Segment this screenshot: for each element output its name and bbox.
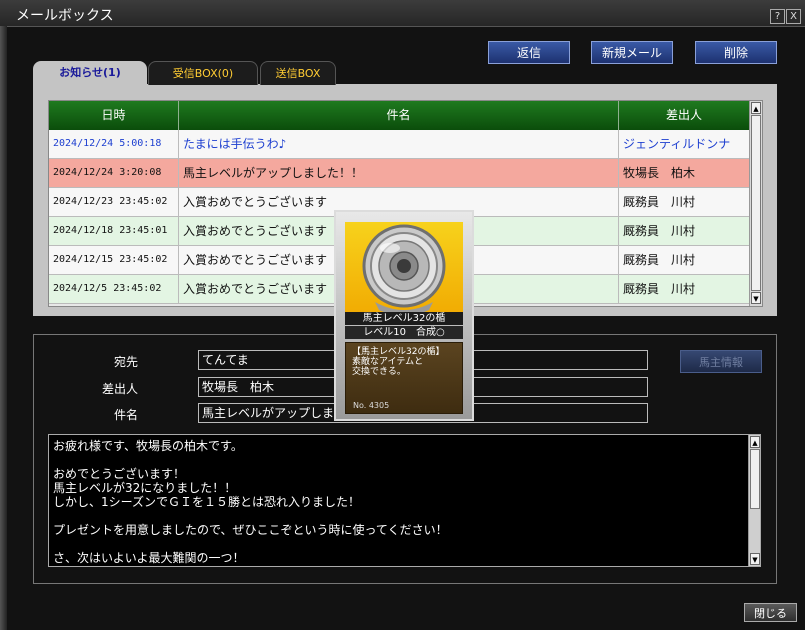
close-icon[interactable]: X: [786, 9, 801, 24]
item-card: 馬主レベル32の楯 レベル10 合成○ 【馬主レベル32の楯】 素敵なアイテムと…: [334, 210, 474, 421]
tab-outbox[interactable]: 送信BOX: [260, 61, 336, 85]
body-line: さ、次はいよいよ最大難関の一つ！: [53, 551, 245, 565]
tab-inbox[interactable]: 受信BOX(0): [148, 61, 258, 85]
new-mail-button[interactable]: 新規メール: [591, 41, 673, 64]
background-strip: [0, 26, 7, 630]
row-sender: 厩務員 川村: [623, 195, 696, 209]
column-sender[interactable]: 差出人: [619, 101, 749, 130]
mailbox-window: メールボックス ? X 返信 新規メール 削除 お知らせ(1) 受信BOX(0)…: [0, 0, 805, 630]
help-icon[interactable]: ?: [770, 9, 785, 24]
table-row[interactable]: 2024/12/24 5:00:18 たまには手伝うわ♪ ジェンティルドンナ: [49, 130, 749, 159]
row-date: 2024/12/24 3:20:08: [49, 159, 179, 187]
item-name: 馬主レベル32の楯: [345, 312, 463, 325]
scroll-up-icon[interactable]: ▲: [750, 436, 760, 448]
scroll-up-icon[interactable]: ▲: [751, 102, 761, 114]
to-label: 宛先: [113, 355, 138, 369]
delete-button[interactable]: 削除: [695, 41, 777, 64]
row-date: 2024/12/15 23:45:02: [49, 246, 179, 274]
body-scrollbar[interactable]: ▲ ▼: [748, 435, 760, 566]
reply-button[interactable]: 返信: [488, 41, 570, 64]
window-title: メールボックス: [16, 8, 114, 24]
row-date: 2024/12/5 23:45:02: [49, 275, 179, 303]
body-line: しかし、1シーズンでＧＩを１５勝とは恐れ入りました！: [53, 495, 361, 509]
row-sender: ジェンティルドンナ: [623, 137, 731, 151]
row-sender: 厩務員 川村: [623, 253, 696, 267]
row-subject: たまには手伝うわ♪: [179, 130, 619, 158]
scroll-down-icon[interactable]: ▼: [750, 553, 760, 565]
close-button[interactable]: 閉じる: [744, 603, 797, 622]
column-date[interactable]: 日時: [49, 101, 179, 130]
body-line: プレゼントを用意しましたので、ぜひここぞという時に使ってください！: [53, 523, 448, 537]
from-label: 差出人: [101, 382, 138, 396]
row-sender: 牧場長 柏木: [623, 166, 696, 180]
shield-icon: [345, 222, 463, 322]
owner-info-button[interactable]: 馬主情報: [680, 350, 762, 373]
item-number: No. 4305: [353, 401, 390, 410]
row-date: 2024/12/18 23:45:01: [49, 217, 179, 245]
table-header: 日時 件名 差出人: [49, 101, 749, 130]
subject-label: 件名: [113, 408, 138, 422]
body-line: お疲れ様です、牧場長の柏木です。: [53, 439, 243, 453]
table-row[interactable]: 2024/12/24 3:20:08 馬主レベルがアップしました！！ 牧場長 柏…: [49, 159, 749, 188]
list-scrollbar[interactable]: ▲ ▼: [749, 101, 762, 306]
row-subject: 馬主レベルがアップしました！！: [179, 159, 619, 187]
row-date: 2024/12/23 23:45:02: [49, 188, 179, 216]
item-level: レベル10 合成○: [345, 326, 463, 339]
message-body[interactable]: お疲れ様です、牧場長の柏木です。 おめでとうございます！ 馬主レベルが32になり…: [48, 434, 761, 567]
scroll-thumb[interactable]: [751, 115, 761, 291]
shield-graphic: [362, 224, 446, 316]
row-sender: 厩務員 川村: [623, 282, 696, 296]
column-subject[interactable]: 件名: [179, 101, 619, 130]
scroll-down-icon[interactable]: ▼: [751, 292, 761, 304]
item-description: 【馬主レベル32の楯】 素敵なアイテムと 交換できる。: [352, 347, 445, 377]
row-sender: 厩務員 川村: [623, 224, 696, 238]
item-description-box: 【馬主レベル32の楯】 素敵なアイテムと 交換できる。 No. 4305: [345, 342, 463, 414]
scroll-thumb[interactable]: [750, 449, 760, 509]
row-date: 2024/12/24 5:00:18: [49, 130, 179, 158]
title-bar: メールボックス ? X: [0, 0, 805, 27]
tab-notices[interactable]: お知らせ(1): [33, 61, 147, 85]
